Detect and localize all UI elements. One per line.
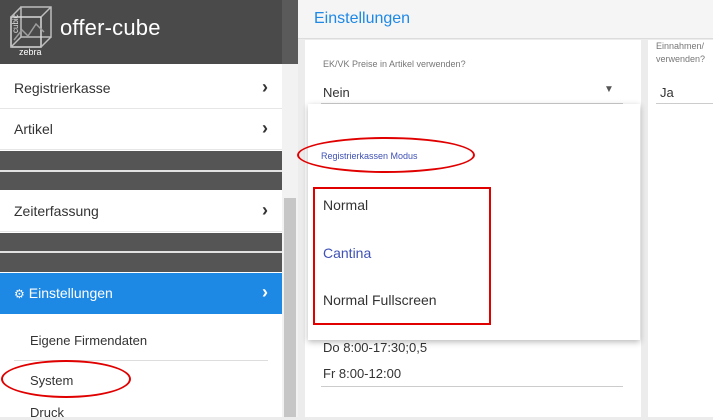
sidebar-divider [0,172,282,190]
annotation-ellipse [297,137,475,173]
sidebar-item-label: Artikel [14,121,53,137]
cube-logo-icon: cubic zebra [10,6,52,57]
sidebar-item-registrierkasse[interactable]: Registrierkasse › [0,68,282,109]
sidebar-item-label: Zeiterfassung [14,203,99,219]
sidebar-item-label-group: ⚙ Einstellungen [14,285,113,301]
chevron-right-icon: › [262,77,268,97]
ekvk-field-label: EK/VK Preise in Artikel verwenden? [323,59,466,69]
annotation-rectangle [313,187,491,325]
chevron-right-icon: › [262,282,268,302]
subitem-druck[interactable]: Druck [30,405,64,420]
sidebar: cubic zebra offer-cube Registrierkasse ›… [0,0,298,420]
sidebar-item-einstellungen[interactable]: ⚙ Einstellungen › [0,273,282,314]
logo-text-top: cubic [11,14,20,33]
sidebar-item-artikel[interactable]: Artikel › [0,109,282,150]
gear-icon: ⚙ [14,287,25,301]
brand-header: cubic zebra offer-cube [0,0,298,64]
ekvk-select[interactable]: Nein [323,85,350,100]
right-field-select[interactable]: Ja [660,85,674,100]
field-underline [321,386,623,387]
subitem-eigene-firmendaten[interactable]: Eigene Firmendaten [30,333,147,348]
sidebar-divider [0,151,282,170]
opening-hours-line[interactable]: Do 8:00-17:30;0,5 [323,340,427,355]
header-corner [282,0,298,64]
opening-hours-line[interactable]: Fr 8:00-12:00 [323,366,401,381]
chevron-right-icon: › [262,118,268,138]
sidebar-divider [0,233,282,251]
sidebar-divider [0,253,282,272]
page-header: Einstellungen [298,0,713,39]
scrollbar-thumb[interactable] [284,198,296,417]
app-name: offer-cube [60,15,161,40]
settings-panel-right [648,40,713,417]
right-field-label: Einnahmen/ verwenden? [656,41,706,64]
sidebar-item-label: Einstellungen [28,285,113,301]
field-underline [656,103,713,104]
sidebar-item-label: Registrierkasse [14,80,111,96]
sidebar-item-zeiterfassung[interactable]: Zeiterfassung › [0,191,282,232]
page-title: Einstellungen [314,10,411,27]
caret-down-icon[interactable]: ▼ [604,84,614,95]
chevron-right-icon: › [262,200,268,220]
logo-text-bottom: zebra [19,47,42,57]
annotation-ellipse [1,360,131,398]
